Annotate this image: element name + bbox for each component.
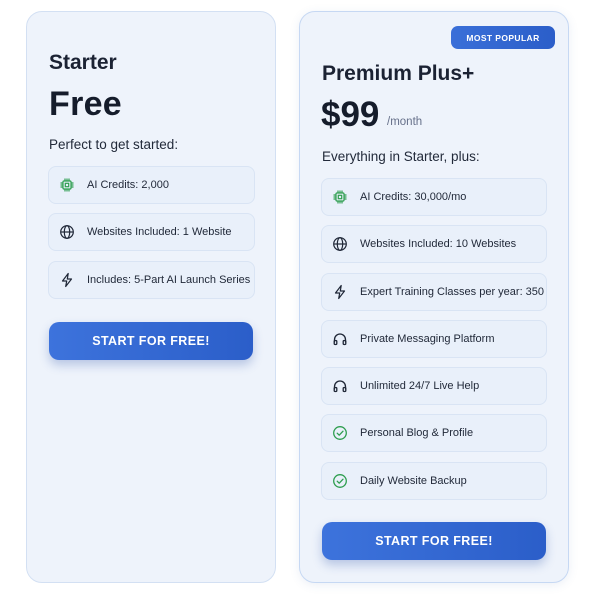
lightning-icon xyxy=(59,272,75,288)
plan-price: $99 xyxy=(321,95,380,134)
check-circle-icon xyxy=(332,425,348,441)
feature-label: Personal Blog & Profile xyxy=(360,427,474,440)
most-popular-badge: MOST POPULAR xyxy=(451,26,555,49)
feature-label: Websites Included: 1 Website xyxy=(87,226,232,239)
plan-subtitle: Perfect to get started: xyxy=(49,137,179,152)
feature-item: Private Messaging Platform xyxy=(321,319,547,358)
chip-icon xyxy=(59,177,75,193)
feature-item: Daily Website Backup xyxy=(321,461,547,500)
feature-item: AI Credits: 30,000/mo xyxy=(321,178,547,216)
plan-subtitle: Everything in Starter, plus: xyxy=(322,149,480,164)
feature-label: AI Credits: 2,000 xyxy=(87,179,169,191)
feature-item: Unlimited 24/7 Live Help xyxy=(321,367,547,406)
feature-label: AI Credits: 30,000/mo xyxy=(360,191,467,203)
start-for-free-button[interactable]: START FOR FREE! xyxy=(49,322,253,360)
plan-price: Free xyxy=(49,85,123,123)
check-circle-icon xyxy=(332,473,348,489)
feature-list: AI Credits: 2,000 Websites Included: 1 W… xyxy=(48,166,255,308)
plan-name: Premium Plus+ xyxy=(322,62,475,85)
feature-item: Expert Training Classes per year: 350 xyxy=(321,272,547,311)
feature-label: Unlimited 24/7 Live Help xyxy=(360,380,480,393)
feature-label: Daily Website Backup xyxy=(360,474,467,487)
lightning-icon xyxy=(332,284,348,300)
globe-icon xyxy=(59,224,75,240)
feature-label: Websites Included: 10 Websites xyxy=(360,238,517,251)
feature-item: Includes: 5-Part AI Launch Series xyxy=(48,260,255,299)
feature-item: Personal Blog & Profile xyxy=(321,414,547,453)
feature-list: AI Credits: 30,000/mo Websites Included:… xyxy=(321,178,547,509)
chip-icon xyxy=(332,189,348,205)
feature-label: Private Messaging Platform xyxy=(360,332,495,345)
starter-plan-card: Starter Free Perfect to get started: AI … xyxy=(26,11,276,583)
feature-item: Websites Included: 1 Website xyxy=(48,213,255,252)
headphones-icon xyxy=(332,331,348,347)
plan-name: Starter xyxy=(49,51,117,74)
start-for-free-button[interactable]: START FOR FREE! xyxy=(322,522,546,560)
feature-label: Expert Training Classes per year: 350 xyxy=(360,285,545,298)
premium-plan-card: MOST POPULAR Premium Plus+ $99 /month Ev… xyxy=(299,11,569,583)
feature-item: AI Credits: 2,000 xyxy=(48,166,255,204)
headphones-icon xyxy=(332,378,348,394)
price-period: /month xyxy=(387,116,423,128)
feature-item: Websites Included: 10 Websites xyxy=(321,225,547,264)
feature-label: Includes: 5-Part AI Launch Series xyxy=(87,273,251,286)
globe-icon xyxy=(332,236,348,252)
